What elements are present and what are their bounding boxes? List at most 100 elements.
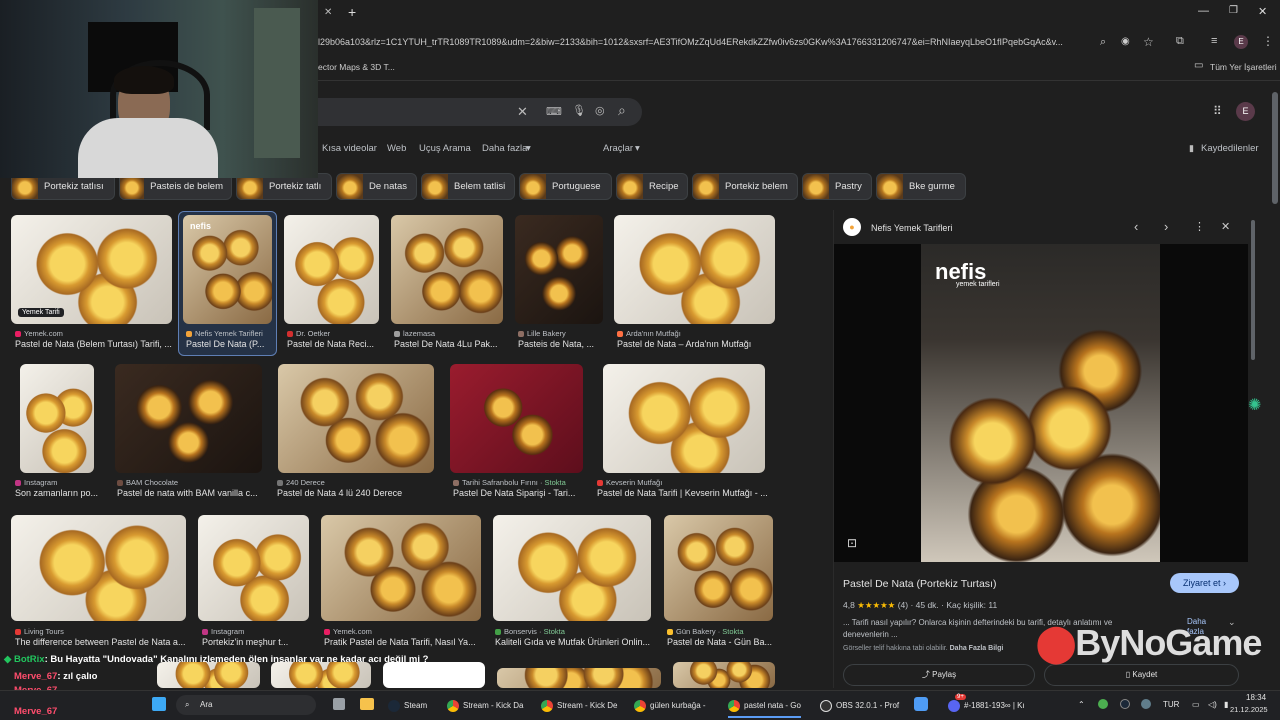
taskbar-item-chrome[interactable]: gülen kurbağa - bbox=[634, 700, 706, 712]
result-image[interactable] bbox=[497, 668, 661, 688]
panel-image[interactable] bbox=[921, 244, 1160, 562]
lens-search-icon[interactable]: ⊡ bbox=[847, 536, 857, 550]
taskbar-item-discord[interactable]: #-1881-193∞ | Kı bbox=[948, 700, 1025, 712]
taskbar-search[interactable] bbox=[176, 695, 316, 715]
next-icon[interactable]: › bbox=[1164, 219, 1168, 234]
result-title[interactable]: Portekiz'in meşhur t... bbox=[202, 637, 309, 647]
result-image[interactable] bbox=[391, 215, 503, 324]
panel-site-name[interactable]: Nefis Yemek Tarifleri bbox=[871, 223, 952, 233]
mic-icon[interactable]: 🎙 bbox=[572, 104, 586, 117]
result-image[interactable] bbox=[20, 364, 94, 473]
result-image[interactable] bbox=[450, 364, 583, 473]
panel-title[interactable]: Pastel De Nata (Portekiz Turtası) bbox=[843, 578, 996, 590]
result-image[interactable] bbox=[11, 515, 186, 621]
result-image[interactable] bbox=[284, 215, 379, 324]
result-image[interactable] bbox=[198, 515, 309, 621]
zoom-icon[interactable]: ⌕ bbox=[1100, 36, 1106, 49]
tab-more[interactable]: Daha fazla bbox=[482, 143, 527, 154]
tab-web[interactable]: Web bbox=[387, 143, 406, 154]
result-title[interactable]: Pastel de Nata Tarifi | Kevserin Mutfağı… bbox=[597, 488, 772, 498]
extensions-icon[interactable]: ⧉ bbox=[1176, 35, 1184, 48]
chip[interactable]: Belem tatlisi bbox=[421, 173, 515, 200]
chip[interactable]: Recipe bbox=[616, 173, 688, 200]
tray-icon[interactable] bbox=[1120, 699, 1130, 709]
result-title[interactable]: Pastel de Nata 4 lü 240 Derece bbox=[277, 488, 437, 498]
share-button[interactable]: ⤴ Paylaş bbox=[843, 664, 1035, 686]
tray-icon[interactable] bbox=[1141, 699, 1151, 709]
apps-icon[interactable]: ⠿ bbox=[1213, 104, 1222, 118]
result-image[interactable] bbox=[673, 662, 775, 688]
result-title[interactable]: The difference between Pastel de Nata a.… bbox=[15, 637, 185, 647]
tab-short-videos[interactable]: Kısa videolar bbox=[322, 143, 377, 154]
search-box[interactable] bbox=[300, 98, 642, 126]
chip[interactable]: De natas bbox=[336, 173, 417, 200]
result-image[interactable] bbox=[183, 215, 272, 324]
result-title[interactable]: Pastel de Nata (Belem Turtası) Tarifi, .… bbox=[15, 339, 172, 349]
close-icon[interactable]: ✕ bbox=[1221, 220, 1230, 233]
clear-icon[interactable]: ✕ bbox=[517, 104, 528, 120]
result-title[interactable]: Kaliteli Gıda ve Mutfak Ürünleri Onlin..… bbox=[495, 637, 655, 647]
chip[interactable]: Portekiz belem bbox=[692, 173, 798, 200]
save-button[interactable]: ▯ Kaydet bbox=[1044, 664, 1239, 686]
search-icon[interactable]: ⌕ bbox=[618, 102, 626, 119]
tools-button[interactable]: Araçlar bbox=[603, 143, 633, 154]
account-avatar[interactable]: E bbox=[1236, 102, 1255, 121]
file-explorer-icon[interactable] bbox=[360, 698, 374, 710]
menu-icon[interactable]: ⋮ bbox=[1262, 34, 1274, 48]
close-tab-icon[interactable]: ✕ bbox=[324, 7, 332, 18]
result-title[interactable]: Pasteis de Nata, ... bbox=[518, 339, 603, 349]
volume-icon[interactable]: ◁) bbox=[1208, 700, 1217, 709]
gemini-icon[interactable]: ✺ bbox=[1248, 395, 1261, 415]
result-title[interactable]: Pastel de Nata Reci... bbox=[287, 339, 379, 349]
result-image[interactable] bbox=[493, 515, 651, 621]
taskbar-item-chrome-active[interactable]: pastel nata - Go bbox=[728, 700, 801, 718]
bookmark-star-icon[interactable]: ☆ bbox=[1143, 35, 1154, 49]
result-image[interactable] bbox=[614, 215, 775, 324]
maximize-button[interactable]: ❐ bbox=[1229, 5, 1238, 16]
prev-icon[interactable]: ‹ bbox=[1134, 219, 1138, 234]
profile-avatar[interactable]: E bbox=[1234, 35, 1248, 49]
result-image[interactable] bbox=[515, 215, 603, 324]
result-image[interactable] bbox=[278, 364, 434, 473]
clock-time[interactable]: 18:34 bbox=[1246, 693, 1266, 702]
network-icon[interactable]: ▭ bbox=[1192, 700, 1200, 709]
task-view-icon[interactable] bbox=[333, 698, 345, 710]
scrollbar-thumb[interactable] bbox=[1272, 92, 1278, 204]
new-tab-button[interactable]: + bbox=[348, 4, 356, 20]
tray-chevron-icon[interactable]: ⌃ bbox=[1078, 700, 1085, 709]
clock-date[interactable]: 21.12.2025 bbox=[1230, 705, 1268, 714]
visit-button[interactable]: Ziyaret et › bbox=[1170, 573, 1239, 593]
result-title[interactable]: Pastel De Nata 4Lu Pak... bbox=[394, 339, 503, 349]
battery-icon[interactable]: ▮ bbox=[1224, 700, 1228, 709]
language-indicator[interactable]: TUR bbox=[1163, 700, 1179, 709]
chip[interactable]: Pastry bbox=[802, 173, 872, 200]
more-options-icon[interactable]: ⋮ bbox=[1194, 220, 1205, 233]
result-image[interactable] bbox=[321, 515, 481, 621]
lens-icon[interactable]: ◎ bbox=[595, 104, 605, 117]
tab-flights[interactable]: Uçuş Arama bbox=[419, 143, 471, 154]
saved-link[interactable]: Kaydedilenler bbox=[1201, 143, 1259, 154]
minimize-button[interactable]: — bbox=[1198, 5, 1209, 17]
keyboard-icon[interactable]: ⌨ bbox=[546, 105, 562, 118]
result-image[interactable] bbox=[115, 364, 262, 473]
eye-off-icon[interactable]: ◉ bbox=[1121, 36, 1130, 47]
bookmark-item[interactable]: ector Maps & 3D T... bbox=[318, 62, 395, 72]
result-title[interactable]: Pastel de Nata – Arda'nın Mutfağı bbox=[617, 339, 775, 349]
result-title[interactable]: Pastel De Nata (P... bbox=[186, 339, 272, 349]
windows-start-icon[interactable] bbox=[152, 697, 166, 711]
media-icon[interactable]: ≡ bbox=[1211, 35, 1217, 47]
result-title[interactable]: Pastel De Nata Siparişi - Tari... bbox=[453, 488, 583, 498]
result-title[interactable]: Son zamanların po... bbox=[15, 488, 105, 498]
close-window-button[interactable]: ✕ bbox=[1258, 5, 1267, 18]
result-image[interactable] bbox=[603, 364, 765, 473]
tray-icon[interactable] bbox=[1098, 699, 1108, 709]
taskbar-item-steam[interactable]: Steam bbox=[388, 700, 427, 712]
result-title[interactable]: Pastel de Nata - Gün Ba... bbox=[667, 637, 777, 647]
result-title[interactable]: Pastel de nata with BAM vanilla c... bbox=[117, 488, 287, 498]
result-image[interactable] bbox=[664, 515, 773, 621]
chip[interactable]: Bke gurme bbox=[876, 173, 966, 200]
app-icon[interactable] bbox=[914, 697, 928, 711]
all-bookmarks[interactable]: Tüm Yer İşaretleri bbox=[1210, 62, 1277, 72]
chip[interactable]: Portuguese bbox=[519, 173, 612, 200]
panel-scroll-thumb[interactable] bbox=[1251, 220, 1255, 360]
